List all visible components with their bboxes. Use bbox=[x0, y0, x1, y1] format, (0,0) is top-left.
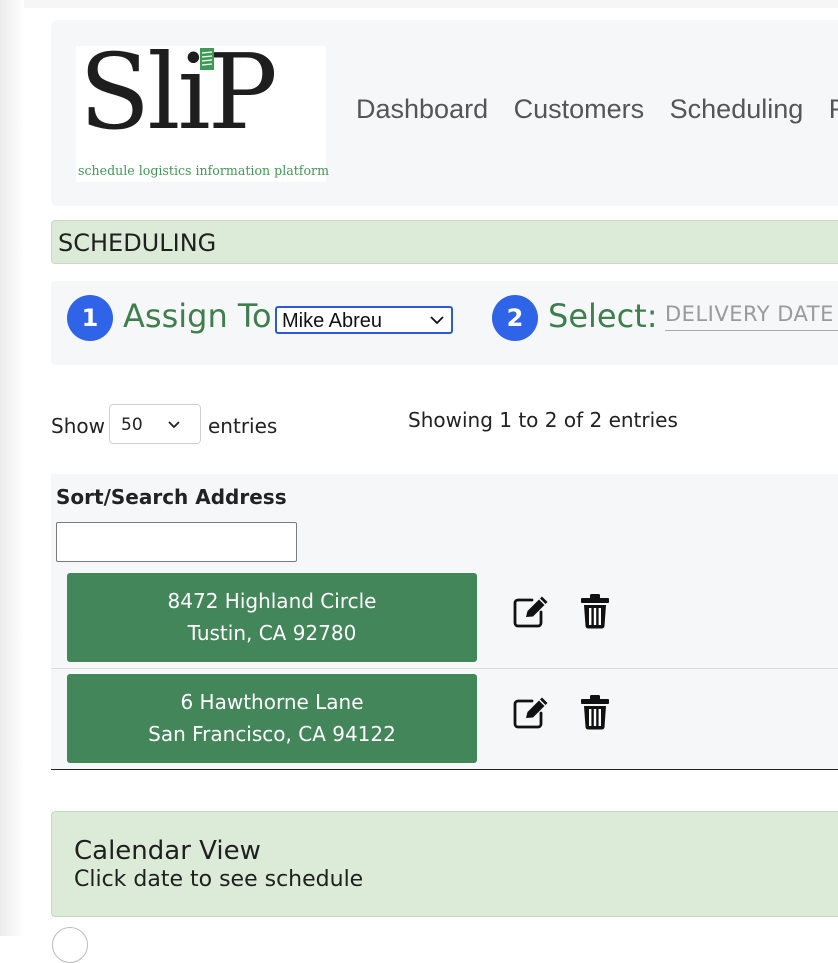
trash-icon[interactable] bbox=[579, 694, 611, 730]
assignee-select[interactable]: Mike Abreu bbox=[275, 306, 453, 334]
address-line2: San Francisco, CA 94122 bbox=[148, 722, 396, 746]
calendar-title: Calendar View bbox=[74, 836, 261, 866]
edit-icon[interactable] bbox=[512, 594, 550, 628]
delivery-date-input[interactable]: DELIVERY DATE bbox=[665, 300, 838, 331]
address-line1: 8472 Highland Circle bbox=[167, 589, 377, 613]
logo-wordmark: SliP bbox=[79, 31, 278, 153]
edit-icon[interactable] bbox=[512, 695, 550, 729]
address-table: Sort/Search Address 8472 Highland Circle… bbox=[51, 474, 838, 770]
trash-icon[interactable] bbox=[579, 593, 611, 629]
column-header-address[interactable]: Sort/Search Address bbox=[56, 485, 287, 509]
address-line2: Tustin, CA 92780 bbox=[187, 621, 357, 645]
address-card[interactable]: 6 Hawthorne Lane San Francisco, CA 94122 bbox=[67, 674, 477, 763]
address-line1: 6 Hawthorne Lane bbox=[180, 690, 364, 714]
calendar-nav-button[interactable] bbox=[52, 927, 88, 963]
page-length-select[interactable]: 50 bbox=[109, 404, 201, 444]
assign-to-label: Assign To: bbox=[123, 297, 283, 335]
calendar-subtitle: Click date to see schedule bbox=[74, 867, 364, 892]
logo-tagline: schedule logistics information platform bbox=[78, 163, 330, 178]
assignee-selected-value: Mike Abreu bbox=[282, 310, 383, 332]
section-header: SCHEDULING bbox=[51, 220, 838, 264]
main-nav: Dashboard Customers Scheduling Rou bbox=[356, 94, 838, 125]
step-1-badge: 1 bbox=[67, 295, 113, 341]
chevron-down-icon bbox=[430, 316, 444, 325]
calendar-view-panel: Calendar View Click date to see schedule bbox=[51, 811, 838, 917]
page-length-value: 50 bbox=[121, 415, 143, 435]
entries-label: entries bbox=[208, 414, 278, 438]
table-row: 8472 Highland Circle Tustin, CA 92780 bbox=[51, 568, 838, 669]
delivery-date-placeholder: DELIVERY DATE bbox=[665, 302, 834, 326]
top-strip bbox=[24, 0, 838, 8]
nav-scheduling[interactable]: Scheduling bbox=[670, 94, 804, 124]
table-row: 6 Hawthorne Lane San Francisco, CA 94122 bbox=[51, 669, 838, 770]
show-label: Show bbox=[51, 414, 105, 438]
nav-customers[interactable]: Customers bbox=[514, 94, 645, 124]
document-stack-icon bbox=[200, 48, 214, 70]
address-card[interactable]: 8472 Highland Circle Tustin, CA 92780 bbox=[67, 573, 477, 662]
chevron-down-icon bbox=[168, 421, 180, 429]
select-label: Select: bbox=[548, 297, 658, 335]
address-search-input[interactable] bbox=[56, 522, 297, 562]
table-info: Showing 1 to 2 of 2 entries bbox=[408, 408, 678, 432]
step-2-badge: 2 bbox=[492, 295, 538, 341]
section-title: SCHEDULING bbox=[58, 229, 217, 257]
nav-routes[interactable]: Rou bbox=[829, 94, 838, 124]
nav-dashboard[interactable]: Dashboard bbox=[356, 94, 488, 124]
slip-logo[interactable]: SliP schedule logistics information plat… bbox=[76, 40, 330, 182]
table-header: Sort/Search Address bbox=[51, 474, 838, 568]
page-left-shadow bbox=[0, 0, 24, 936]
